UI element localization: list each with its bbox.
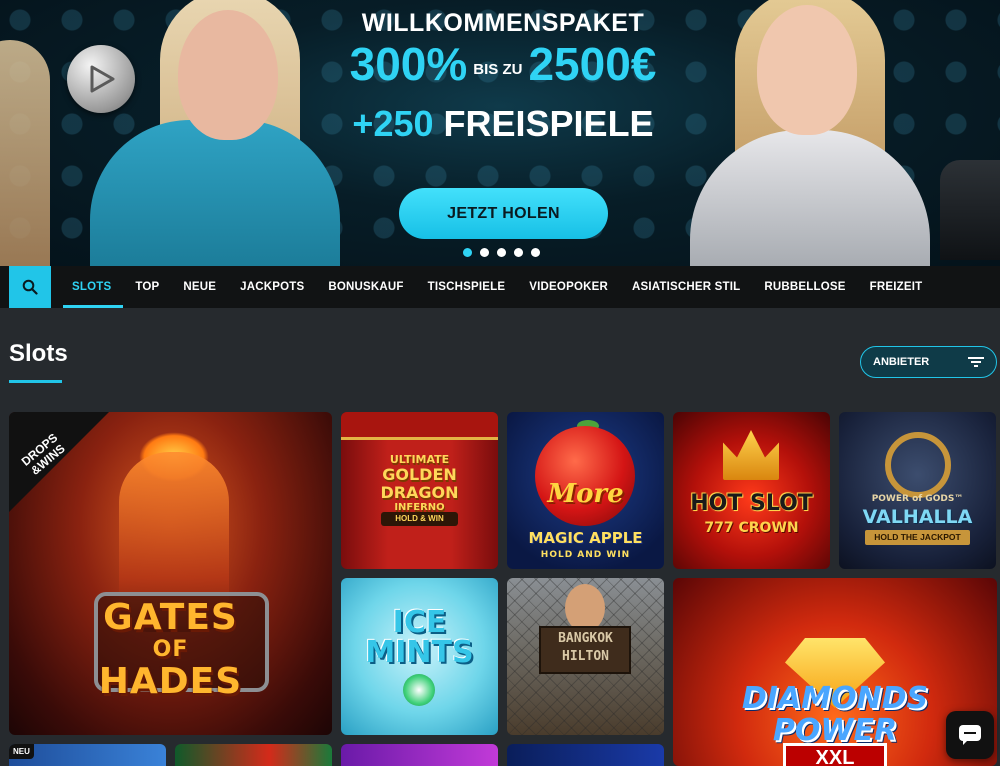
tab-freizeit[interactable]: FREIZEIT xyxy=(858,266,935,308)
hero-bis-zu: BIS ZU xyxy=(473,61,523,78)
title-underline xyxy=(9,380,62,383)
hero-headline: WILLKOMMENSPAKET xyxy=(361,9,645,37)
hero-person-right-face xyxy=(757,5,857,135)
game-subtitle: HOLD & WIN xyxy=(381,512,458,526)
prisoner-image xyxy=(565,584,605,632)
search-button[interactable] xyxy=(9,266,51,308)
carousel-dot-4[interactable] xyxy=(514,248,523,257)
tab-jackpots[interactable]: JACKPOTS xyxy=(228,266,316,308)
hero-spins-line: +250 FREISPIELE xyxy=(300,102,706,146)
carousel-dot-2[interactable] xyxy=(480,248,489,257)
hero-person-far-left xyxy=(0,40,50,266)
tab-rubbellose[interactable]: RUBBELLOSE xyxy=(752,266,857,308)
game-tile-golden-dragon[interactable]: ULTIMATE GOLDEN DRAGON INFERNO HOLD & WI… xyxy=(341,412,498,569)
carousel-dots xyxy=(463,248,540,257)
tab-videopoker[interactable]: VIDEOPOKER xyxy=(517,266,620,308)
tab-top[interactable]: TOP xyxy=(123,266,171,308)
game-subtitle: 777 CROWN xyxy=(704,520,799,536)
game-tile-bottom-1[interactable]: NEU xyxy=(9,744,166,766)
tab-bonuskauf[interactable]: BONUSKAUF xyxy=(316,266,415,308)
new-badge: NEU xyxy=(9,744,34,759)
carousel-dot-5[interactable] xyxy=(531,248,540,257)
xxl-badge: XXL xyxy=(783,743,887,766)
game-subtitle: MAGIC APPLE xyxy=(528,529,643,547)
game-tile-valhalla[interactable]: POWER of GODS™ VALHALLA HOLD THE JACKPOT xyxy=(839,412,996,569)
filter-label: ANBIETER xyxy=(873,356,930,368)
game-pretitle: POWER of GODS™ xyxy=(871,494,964,504)
game-title: BANGKOK HILTON xyxy=(558,631,613,664)
page-title: Slots xyxy=(9,340,68,367)
game-tile-more-magic-apple[interactable]: More MAGIC APPLE HOLD AND WIN xyxy=(507,412,664,569)
game-title: GATES OF HADES xyxy=(98,597,243,702)
crown-image xyxy=(723,430,779,480)
chat-icon xyxy=(959,725,981,745)
hero-person-left-face xyxy=(178,10,278,140)
mint-candy-image xyxy=(403,674,435,706)
carousel-dot-1[interactable] xyxy=(463,248,472,257)
chat-button[interactable] xyxy=(946,711,994,759)
nav-tabs: SLOTS TOP NEUE JACKPOTS BONUSKAUF TISCHS… xyxy=(60,266,934,308)
jetzt-holen-button[interactable]: JETZT HOLEN xyxy=(399,188,608,239)
game-tile-bangkok-hilton[interactable]: BANGKOK HILTON xyxy=(507,578,664,735)
hero-car xyxy=(940,160,1000,260)
category-nav: SLOTS TOP NEUE JACKPOTS BONUSKAUF TISCHS… xyxy=(0,266,1000,308)
game-tile-gates-of-hades[interactable]: GATES OF HADES DROPS &WINS xyxy=(9,412,332,735)
provider-filter-button[interactable]: ANBIETER xyxy=(860,346,997,378)
hero-spins-number: +250 xyxy=(352,103,434,144)
game-tile-ice-mints[interactable]: ICE MINTS xyxy=(341,578,498,735)
tab-asiatischer-stil[interactable]: ASIATISCHER STIL xyxy=(620,266,752,308)
tab-slots[interactable]: SLOTS xyxy=(60,266,124,308)
game-title: HOT SLOT xyxy=(690,491,813,516)
tab-neue[interactable]: NEUE xyxy=(171,266,228,308)
game-tile-bottom-4[interactable] xyxy=(507,744,664,766)
tab-tischspiele[interactable]: TISCHSPIELE xyxy=(416,266,518,308)
hero-banner[interactable]: WILLKOMMENSPAKET 300% BIS ZU 2500€ +250 FR… xyxy=(0,0,1000,266)
carousel-dot-3[interactable] xyxy=(497,248,506,257)
hero-amount: 2500€ xyxy=(528,38,657,90)
game-tile-bottom-3[interactable] xyxy=(341,744,498,766)
game-tile-bottom-2[interactable] xyxy=(175,744,332,766)
game-title: More xyxy=(547,479,624,509)
hero-promo-text: WILLKOMMENSPAKET 300% BIS ZU 2500€ +250 FR… xyxy=(300,8,706,146)
game-tagline: HOLD AND WIN xyxy=(540,550,631,560)
hero-spins-label: FREISPIELE xyxy=(443,103,654,144)
filter-icon xyxy=(968,357,984,367)
game-title: VALHALLA xyxy=(862,506,973,528)
game-subtitle: HOLD THE JACKPOT xyxy=(865,530,970,545)
apple-image xyxy=(535,426,635,526)
play-coin-icon xyxy=(67,45,135,113)
game-title: ULTIMATE GOLDEN DRAGON INFERNO xyxy=(380,453,459,514)
game-tile-hot-slot[interactable]: HOT SLOT 777 CROWN xyxy=(673,412,830,569)
hero-offer-line: 300% BIS ZU 2500€ xyxy=(300,38,706,102)
hero-percent: 300% xyxy=(349,38,468,90)
curtain xyxy=(341,412,498,440)
game-title: ICE MINTS xyxy=(365,605,474,670)
search-icon xyxy=(22,279,38,295)
celtic-knot-image xyxy=(885,432,951,498)
